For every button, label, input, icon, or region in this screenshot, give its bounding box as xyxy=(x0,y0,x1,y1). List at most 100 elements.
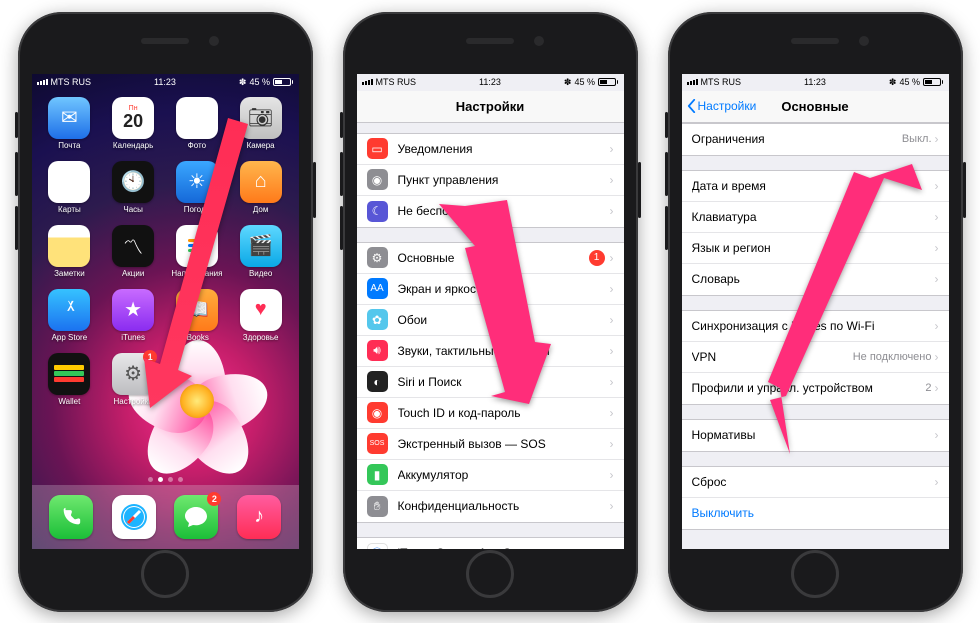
bluetooth-icon: ✽ xyxy=(889,77,897,88)
row-keyboard[interactable]: Клавиатура› xyxy=(682,202,949,233)
row-language-region[interactable]: Язык и регион› xyxy=(682,233,949,264)
clock-label: 11:23 xyxy=(479,77,501,87)
row-shutdown[interactable]: Выключить xyxy=(682,498,949,529)
row-restrictions[interactable]: ОграниченияВыкл.› xyxy=(682,124,949,155)
app-calendar[interactable]: Пн20Календарь xyxy=(103,97,163,159)
chevron-right-icon: › xyxy=(935,132,939,146)
clock-label: 11:23 xyxy=(804,77,826,87)
app-camera[interactable]: 📷︎Камера xyxy=(231,97,291,159)
chevron-right-icon: › xyxy=(610,204,614,218)
chevron-right-icon: › xyxy=(935,272,939,286)
row-itunes-appstore[interactable]: ⒶiTunes Store и App Store› xyxy=(357,538,624,549)
home-button[interactable] xyxy=(791,550,839,598)
navbar: Настройки Основные xyxy=(682,91,949,123)
bluetooth-icon: ✽ xyxy=(239,77,247,88)
chevron-right-icon: › xyxy=(610,546,614,549)
chevron-right-icon: › xyxy=(610,437,614,451)
chevron-right-icon: › xyxy=(610,313,614,327)
carrier-label: MTS RUS xyxy=(701,77,742,87)
row-itunes-wifi-sync[interactable]: Синхронизация с iTunes по Wi-Fi› xyxy=(682,311,949,342)
settings-badge: 1 xyxy=(143,350,157,364)
row-wallpaper[interactable]: ✿Обои› xyxy=(357,305,624,336)
chevron-right-icon: › xyxy=(935,241,939,255)
chevron-right-icon: › xyxy=(935,350,939,364)
iphone-device-2: MTS RUS 11:23 ✽45 % Настройки ▭Уведомлен… xyxy=(343,12,638,612)
app-wallet[interactable]: Wallet xyxy=(40,353,100,415)
app-phone[interactable] xyxy=(49,495,93,539)
home-screen: MTS RUS 11:23 ✽45 % ✉︎Почта Пн20Календар… xyxy=(32,74,299,549)
row-do-not-disturb[interactable]: ☾Не беспокоить› xyxy=(357,196,624,227)
iphone-device-1: MTS RUS 11:23 ✽45 % ✉︎Почта Пн20Календар… xyxy=(18,12,313,612)
row-display[interactable]: AAЭкран и яркость› xyxy=(357,274,624,305)
chevron-right-icon: › xyxy=(935,475,939,489)
app-mail[interactable]: ✉︎Почта xyxy=(40,97,100,159)
chevron-right-icon: › xyxy=(935,428,939,442)
chevron-right-icon: › xyxy=(935,319,939,333)
app-maps[interactable]: 🗺Карты xyxy=(40,161,100,223)
app-reminders[interactable]: Напоминания xyxy=(167,225,227,287)
chevron-right-icon: › xyxy=(610,282,614,296)
app-music[interactable]: ♪ xyxy=(237,495,281,539)
chevron-right-icon: › xyxy=(935,381,939,395)
row-siri[interactable]: ◐Siri и Поиск› xyxy=(357,367,624,398)
back-button[interactable]: Настройки xyxy=(686,99,757,113)
app-ibooks[interactable]: 📖iBooks xyxy=(167,289,227,351)
iphone-device-3: MTS RUS 11:23 ✽45 % Настройки Основные О… xyxy=(668,12,963,612)
row-battery[interactable]: ▮Аккумулятор› xyxy=(357,460,624,491)
row-privacy[interactable]: ✋︎Конфиденциальность› xyxy=(357,491,624,522)
app-itunes[interactable]: ★iTunes xyxy=(103,289,163,351)
general-settings-screen: MTS RUS 11:23 ✽45 % Настройки Основные О… xyxy=(682,74,949,549)
app-clock[interactable]: 🕙Часы xyxy=(103,161,163,223)
signal-icon xyxy=(362,79,373,85)
home-button[interactable] xyxy=(141,550,189,598)
app-safari[interactable] xyxy=(112,495,156,539)
battery-icon xyxy=(273,78,294,86)
app-appstore[interactable]: App Store xyxy=(40,289,100,351)
page-title: Настройки xyxy=(456,99,525,114)
chevron-right-icon: › xyxy=(610,173,614,187)
app-notes[interactable]: Заметки xyxy=(40,225,100,287)
battery-pct: 45 % xyxy=(899,77,920,87)
app-photos[interactable]: 🏵Фото xyxy=(167,97,227,159)
row-date-time[interactable]: Дата и время› xyxy=(682,171,949,202)
app-weather[interactable]: ☀︎Погода xyxy=(167,161,227,223)
page-indicator[interactable] xyxy=(32,475,299,485)
row-profiles[interactable]: Профили и управл. устройством2› xyxy=(682,373,949,404)
row-sounds[interactable]: 🔊︎Звуки, тактильные сигналы› xyxy=(357,336,624,367)
row-reset[interactable]: Сброс› xyxy=(682,467,949,498)
app-stocks[interactable]: 〽︎Акции xyxy=(103,225,163,287)
messages-badge: 2 xyxy=(207,492,221,506)
row-sos[interactable]: SOSЭкстренный вызов — SOS› xyxy=(357,429,624,460)
chevron-right-icon: › xyxy=(935,179,939,193)
home-button[interactable] xyxy=(466,550,514,598)
row-notifications[interactable]: ▭Уведомления› xyxy=(357,134,624,165)
row-control-center[interactable]: ◉Пункт управления› xyxy=(357,165,624,196)
row-vpn[interactable]: VPNНе подключено› xyxy=(682,342,949,373)
dock: 2 ♪ xyxy=(32,485,299,549)
navbar: Настройки xyxy=(357,91,624,123)
chevron-right-icon: › xyxy=(610,375,614,389)
chevron-right-icon: › xyxy=(610,468,614,482)
chevron-right-icon: › xyxy=(610,344,614,358)
battery-icon xyxy=(598,78,619,86)
general-badge: 1 xyxy=(589,250,605,266)
status-bar: MTS RUS 11:23 ✽45 % xyxy=(682,74,949,91)
battery-pct: 45 % xyxy=(574,77,595,87)
app-health[interactable]: ♥︎Здоровье xyxy=(231,289,291,351)
row-general[interactable]: ⚙︎Основные1› xyxy=(357,243,624,274)
status-bar: MTS RUS 11:23 ✽45 % xyxy=(32,74,299,91)
battery-pct: 45 % xyxy=(249,77,270,87)
row-regulatory[interactable]: Нормативы› xyxy=(682,420,949,451)
settings-screen: MTS RUS 11:23 ✽45 % Настройки ▭Уведомлен… xyxy=(357,74,624,549)
chevron-right-icon: › xyxy=(610,406,614,420)
carrier-label: MTS RUS xyxy=(376,77,417,87)
app-settings[interactable]: ⚙︎1Настройки xyxy=(103,353,163,415)
app-messages[interactable]: 2 xyxy=(174,495,218,539)
chevron-right-icon: › xyxy=(610,251,614,265)
row-touchid[interactable]: ◉Touch ID и код-пароль› xyxy=(357,398,624,429)
battery-icon xyxy=(923,78,944,86)
app-videos[interactable]: 🎬Видео xyxy=(231,225,291,287)
row-dictionary[interactable]: Словарь› xyxy=(682,264,949,295)
chevron-right-icon: › xyxy=(610,499,614,513)
app-home[interactable]: ⌂Дом xyxy=(231,161,291,223)
